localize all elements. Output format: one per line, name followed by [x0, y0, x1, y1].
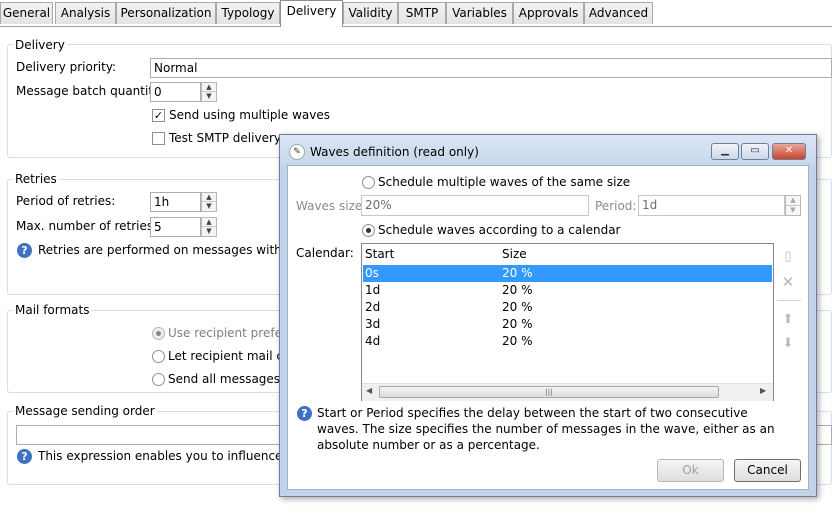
- row-start: 4d: [365, 334, 381, 348]
- table-row[interactable]: 3d 20 %: [363, 316, 772, 333]
- retries-group-title: Retries: [13, 172, 59, 186]
- row-start: 3d: [365, 317, 381, 331]
- waves-size-label: Waves size:: [296, 199, 367, 213]
- waves-definition-dialog: ✎ Waves definition (read only) ▁ ▭ ✕ Sch…: [279, 134, 817, 497]
- test-smtp-label: Test SMTP delivery: [169, 131, 281, 145]
- multiple-waves-label: Send using multiple waves: [169, 108, 330, 122]
- tab-bar: General Analysis Personalization Typolog…: [0, 0, 832, 27]
- row-start: 2d: [365, 300, 381, 314]
- calendar-radio[interactable]: [362, 224, 375, 237]
- calendar-list[interactable]: Start Size 0s 20 % 1d 20 % 2d 20 % 3d 20…: [361, 243, 774, 401]
- delivery-group-title: Delivery: [13, 38, 67, 52]
- help-text: Start or Period specifies the delay betw…: [317, 406, 775, 452]
- delivery-priority-label: Delivery priority:: [16, 60, 117, 74]
- max-retries-label: Max. number of retries:: [16, 219, 158, 233]
- new-row-icon[interactable]: ▯: [780, 249, 796, 265]
- mail-format-radio-client[interactable]: [152, 350, 165, 363]
- multiple-waves-checkbox[interactable]: ✓: [152, 109, 165, 122]
- sending-order-info-text: This expression enables you to influence…: [38, 449, 318, 463]
- period-field[interactable]: 1d: [638, 195, 785, 216]
- ok-button[interactable]: Ok: [657, 459, 724, 482]
- period-retries-field[interactable]: 1h: [150, 192, 201, 212]
- column-header-start[interactable]: Start: [365, 247, 394, 261]
- dialog-body: Schedule multiple waves of the same size…: [287, 165, 809, 490]
- waves-size-field[interactable]: 20%: [361, 195, 589, 216]
- table-row[interactable]: 2d 20 %: [363, 299, 772, 316]
- tab-general[interactable]: General: [0, 2, 53, 24]
- max-retries-field[interactable]: 5: [150, 217, 201, 237]
- period-stepper[interactable]: ▲ ▼: [785, 195, 801, 216]
- column-header-size[interactable]: Size: [502, 247, 527, 261]
- row-size: 20 %: [502, 266, 533, 280]
- row-size: 20 %: [502, 283, 533, 297]
- tab-typology[interactable]: Typology: [216, 2, 280, 24]
- mail-format-option-client: Let recipient mail clie: [168, 349, 297, 363]
- dialog-title: Waves definition (read only): [310, 145, 479, 159]
- table-row[interactable]: 0s 20 %: [363, 265, 772, 282]
- batch-quantity-label: Message batch quantity:: [16, 84, 164, 98]
- help-icon: ?: [297, 406, 312, 421]
- tab-advanced[interactable]: Advanced: [584, 2, 653, 24]
- tab-approvals[interactable]: Approvals: [513, 2, 584, 24]
- row-start: 0s: [365, 266, 379, 280]
- side-divider: [777, 300, 801, 301]
- tab-validity[interactable]: Validity: [343, 2, 398, 24]
- mail-format-radio-preferences[interactable]: [152, 327, 165, 340]
- tab-analysis[interactable]: Analysis: [55, 2, 116, 24]
- tab-delivery[interactable]: Delivery: [280, 0, 343, 27]
- calendar-label: Calendar:: [296, 246, 354, 260]
- batch-quantity-stepper[interactable]: ▲ ▼: [201, 82, 217, 102]
- move-up-icon[interactable]: ⬆: [780, 312, 796, 328]
- period-retries-stepper[interactable]: ▲ ▼: [201, 192, 217, 212]
- same-size-radio[interactable]: [362, 176, 375, 189]
- mail-format-option-all: Send all messages in: [168, 372, 295, 386]
- horizontal-scrollbar[interactable]: ◀ ||| ▶: [362, 383, 773, 401]
- mail-formats-group-title: Mail formats: [13, 303, 92, 317]
- dialog-title-bar: ✎ Waves definition (read only) ▁ ▭ ✕: [280, 135, 816, 165]
- minimize-icon[interactable]: ▁: [711, 143, 739, 160]
- row-size: 20 %: [502, 317, 533, 331]
- delivery-priority-field[interactable]: Normal: [150, 58, 832, 78]
- tab-personalization[interactable]: Personalization: [116, 2, 216, 24]
- cancel-button[interactable]: Cancel: [734, 459, 801, 482]
- move-down-icon[interactable]: ⬇: [780, 336, 796, 352]
- tab-variables[interactable]: Variables: [446, 2, 513, 24]
- mail-format-radio-all[interactable]: [152, 373, 165, 386]
- batch-quantity-field[interactable]: 0: [150, 82, 201, 102]
- adobe-campaign-icon: ✎: [289, 144, 305, 160]
- close-icon[interactable]: ✕: [772, 143, 806, 160]
- table-row[interactable]: 1d 20 %: [363, 282, 772, 299]
- row-size: 20 %: [502, 300, 533, 314]
- table-row[interactable]: 4d 20 %: [363, 333, 772, 350]
- period-label: Period:: [595, 199, 637, 213]
- scroll-left-icon[interactable]: ◀: [366, 386, 372, 395]
- delete-row-icon[interactable]: ✕: [780, 274, 796, 290]
- calendar-option-label: Schedule waves according to a calendar: [378, 223, 621, 237]
- test-smtp-checkbox[interactable]: [152, 132, 165, 145]
- max-retries-stepper[interactable]: ▲ ▼: [201, 217, 217, 237]
- sending-order-group-title: Message sending order: [13, 404, 157, 418]
- info-icon: ?: [17, 243, 32, 258]
- maximize-icon[interactable]: ▭: [741, 143, 769, 160]
- scrollbar-thumb[interactable]: |||: [379, 386, 719, 398]
- info-icon: ?: [17, 449, 32, 464]
- period-retries-label: Period of retries:: [16, 194, 116, 208]
- same-size-label: Schedule multiple waves of the same size: [378, 175, 631, 189]
- scroll-right-icon[interactable]: ▶: [760, 386, 766, 395]
- row-start: 1d: [365, 283, 381, 297]
- row-size: 20 %: [502, 334, 533, 348]
- tab-smtp[interactable]: SMTP: [398, 2, 446, 24]
